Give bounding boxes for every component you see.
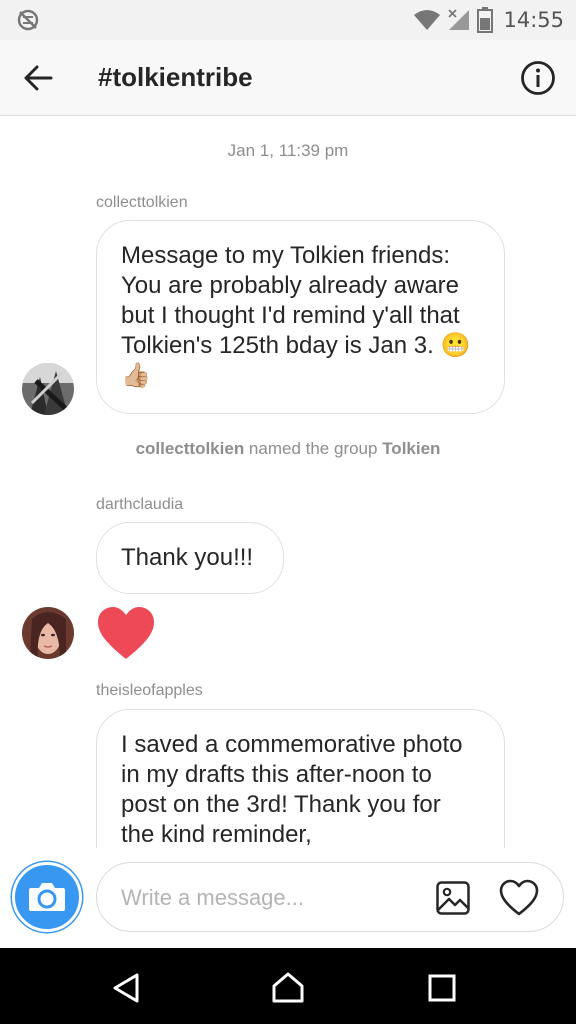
triangle-back-icon: [113, 973, 139, 1003]
message-bubble[interactable]: Message to my Tolkien friends: You are p…: [96, 220, 505, 414]
nav-home-button[interactable]: [268, 968, 308, 1008]
camera-button[interactable]: [12, 862, 82, 932]
home-icon: [272, 972, 304, 1003]
signal-icon: [448, 9, 470, 30]
status-icons: 14:55: [413, 6, 564, 34]
header: #tolkientribe: [0, 40, 576, 116]
message-sender: collecttolkien: [96, 194, 188, 211]
message-timestamp: Jan 1, 11:39 pm: [227, 141, 349, 160]
message-input[interactable]: [121, 881, 421, 915]
system-message-actor: collecttolkien: [135, 439, 245, 458]
message-sender: darthclaudia: [96, 496, 184, 513]
camera-icon: [29, 883, 65, 911]
page-title: #tolkientribe: [98, 62, 253, 92]
info-icon: [521, 61, 555, 95]
system-message-group-name: Tolkien: [382, 439, 441, 458]
nav-recents-button[interactable]: [422, 968, 462, 1008]
back-button[interactable]: [20, 60, 56, 96]
avatar[interactable]: [22, 607, 74, 659]
message-input-container: [96, 862, 564, 932]
avatar[interactable]: [22, 363, 74, 415]
no-sync-icon: [17, 9, 39, 31]
nav-back-button[interactable]: [106, 968, 146, 1008]
message-list[interactable]: Jan 1, 11:39 pm collecttolkien Message t…: [0, 117, 576, 848]
wifi-icon: [414, 10, 441, 30]
recents-icon: [428, 974, 456, 1002]
heart-outline-icon[interactable]: [499, 879, 539, 917]
message-composer: [0, 848, 576, 948]
message-bubble[interactable]: Thank you!!!: [96, 522, 284, 594]
info-button[interactable]: [520, 60, 556, 96]
battery-icon: [477, 7, 494, 33]
status-time: 14:55: [503, 8, 564, 32]
gallery-icon[interactable]: [435, 880, 471, 916]
navigation-bar: [0, 948, 576, 1024]
system-message-action: named the group: [244, 439, 383, 458]
system-message: collecttolkien named the group Tolkien: [0, 439, 576, 459]
message-sender: theisleofapples: [96, 682, 203, 699]
heart-reaction-icon[interactable]: [96, 605, 156, 661]
message-bubble[interactable]: I saved a commemorative photo in my draf…: [96, 709, 505, 848]
status-bar: 14:55: [0, 0, 576, 40]
arrow-left-icon: [24, 65, 53, 91]
